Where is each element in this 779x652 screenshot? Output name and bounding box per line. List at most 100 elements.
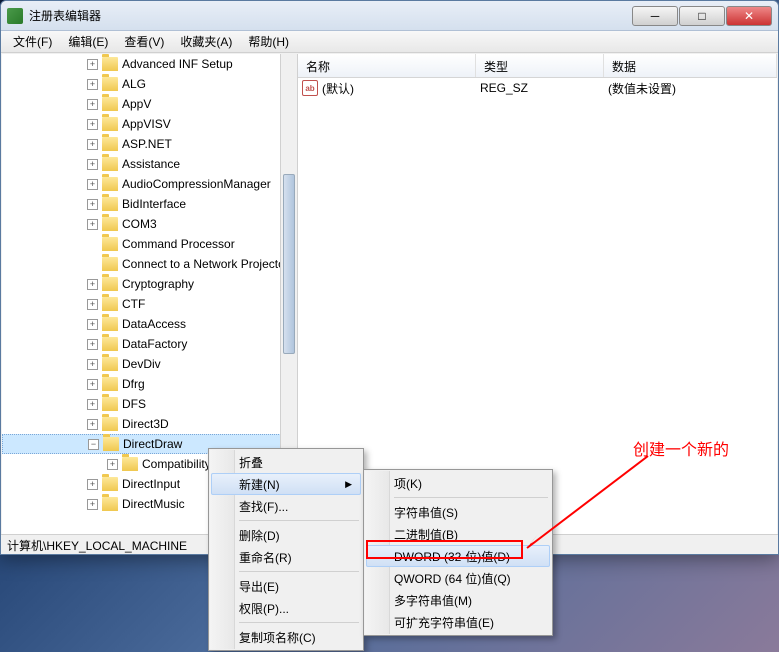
tree-label: Direct3D [122,417,169,431]
tree-node-alg[interactable]: +ALG [2,74,297,94]
folder-icon [102,297,118,311]
tree-node-connect-to-a-network-projector[interactable]: Connect to a Network Projector [2,254,297,274]
maximize-button[interactable]: □ [679,6,725,26]
tree-label: Connect to a Network Projector [122,257,289,271]
menu-view[interactable]: 查看(V) [116,31,172,52]
tree-node-asp-net[interactable]: +ASP.NET [2,134,297,154]
close-button[interactable]: ✕ [726,6,772,26]
ctx-new-expandstring[interactable]: 可扩充字符串值(E) [366,611,550,633]
expander-icon[interactable]: + [87,279,98,290]
ctx-new-qword[interactable]: QWORD (64 位)值(Q) [366,567,550,589]
folder-icon [102,137,118,151]
tree-node-assistance[interactable]: +Assistance [2,154,297,174]
tree-node-devdiv[interactable]: +DevDiv [2,354,297,374]
expander-icon[interactable]: + [87,199,98,210]
expander-icon[interactable]: + [87,399,98,410]
menubar: 文件(F) 编辑(E) 查看(V) 收藏夹(A) 帮助(H) [1,31,778,53]
annotation-highlight-box [366,540,523,559]
expander-icon[interactable]: + [87,119,98,130]
expander-icon[interactable]: + [87,299,98,310]
tree-label: CTF [122,297,145,311]
expander-icon[interactable]: − [88,439,99,450]
tree-label: AppV [122,97,151,111]
tree-node-dfrg[interactable]: + Dfrg [2,374,297,394]
ctx-permissions[interactable]: 权限(P)... [211,597,361,619]
folder-icon [102,317,118,331]
tree-node-com3[interactable]: + COM3 [2,214,297,234]
tree-node-cryptography[interactable]: + Cryptography [2,274,297,294]
context-menu-main: 折叠 新建(N)▶ 查找(F)... 删除(D) 重命名(R) 导出(E) 权限… [208,448,364,651]
expander-icon[interactable] [87,239,98,250]
tree-node-ctf[interactable]: + CTF [2,294,297,314]
separator [394,497,548,498]
menu-file[interactable]: 文件(F) [5,31,60,52]
annotation-text: 创建一个新的 [633,436,729,460]
list-pane[interactable]: 名称 类型 数据 ab (默认) REG_SZ (数值未设置) [298,54,777,535]
expander-icon[interactable]: + [107,459,118,470]
expander-icon[interactable]: + [87,99,98,110]
ctx-export[interactable]: 导出(E) [211,575,361,597]
value-name: (默认) [322,80,480,97]
minimize-button[interactable]: ─ [632,6,678,26]
window-title: 注册表编辑器 [29,7,632,24]
header-type[interactable]: 类型 [476,54,604,77]
tree-label: Cryptography [122,277,194,291]
tree-node-dfs[interactable]: +DFS [2,394,297,414]
scrollbar-thumb[interactable] [283,174,295,354]
folder-icon [102,257,118,271]
expander-icon[interactable] [87,259,98,270]
tree-node-audiocompressionmanager[interactable]: + AudioCompressionManager [2,174,297,194]
expander-icon[interactable]: + [87,179,98,190]
ctx-find[interactable]: 查找(F)... [211,495,361,517]
expander-icon[interactable]: + [87,479,98,490]
folder-icon [102,157,118,171]
folder-icon [102,217,118,231]
header-name[interactable]: 名称 [298,54,476,77]
tree-node-dataaccess[interactable]: +DataAccess [2,314,297,334]
expander-icon[interactable]: + [87,159,98,170]
tree-label: AppVISV [122,117,171,131]
expander-icon[interactable]: + [87,79,98,90]
ctx-new-multistring[interactable]: 多字符串值(M) [366,589,550,611]
ctx-new-string[interactable]: 字符串值(S) [366,501,550,523]
expander-icon[interactable]: + [87,139,98,150]
ctx-rename[interactable]: 重命名(R) [211,546,361,568]
ctx-copykey[interactable]: 复制项名称(C) [211,626,361,648]
folder-icon [102,277,118,291]
ctx-delete[interactable]: 删除(D) [211,524,361,546]
expander-icon[interactable]: + [87,379,98,390]
expander-icon[interactable]: + [87,319,98,330]
list-row[interactable]: ab (默认) REG_SZ (数值未设置) [298,78,777,98]
folder-icon [102,77,118,91]
tree-node-appvisv[interactable]: + AppVISV [2,114,297,134]
folder-icon [102,177,118,191]
tree-node-advanced-inf-setup[interactable]: + Advanced INF Setup [2,54,297,74]
expander-icon[interactable]: + [87,359,98,370]
expander-icon[interactable]: + [87,59,98,70]
tree-label: AudioCompressionManager [122,177,271,191]
titlebar[interactable]: 注册表编辑器 ─ □ ✕ [1,1,778,31]
tree-label: COM3 [122,217,157,231]
ctx-new-key[interactable]: 项(K) [366,472,550,494]
tree-label: Advanced INF Setup [122,57,233,71]
expander-icon[interactable]: + [87,499,98,510]
tree-label: DataFactory [122,337,187,351]
tree-node-appv[interactable]: + AppV [2,94,297,114]
tree-label: Dfrg [122,377,145,391]
menu-favorites[interactable]: 收藏夹(A) [172,31,240,52]
tree-node-command-processor[interactable]: Command Processor [2,234,297,254]
tree-node-direct3d[interactable]: + Direct3D [2,414,297,434]
expander-icon[interactable]: + [87,339,98,350]
separator [239,622,359,623]
expander-icon[interactable]: + [87,419,98,430]
menu-help[interactable]: 帮助(H) [240,31,297,52]
ctx-new[interactable]: 新建(N)▶ [211,473,361,495]
menu-edit[interactable]: 编辑(E) [60,31,116,52]
tree-label: DirectMusic [122,497,185,511]
expander-icon[interactable]: + [87,219,98,230]
header-data[interactable]: 数据 [604,54,777,77]
tree-node-bidinterface[interactable]: +BidInterface [2,194,297,214]
folder-icon [102,197,118,211]
ctx-collapse[interactable]: 折叠 [211,451,361,473]
tree-node-datafactory[interactable]: + DataFactory [2,334,297,354]
